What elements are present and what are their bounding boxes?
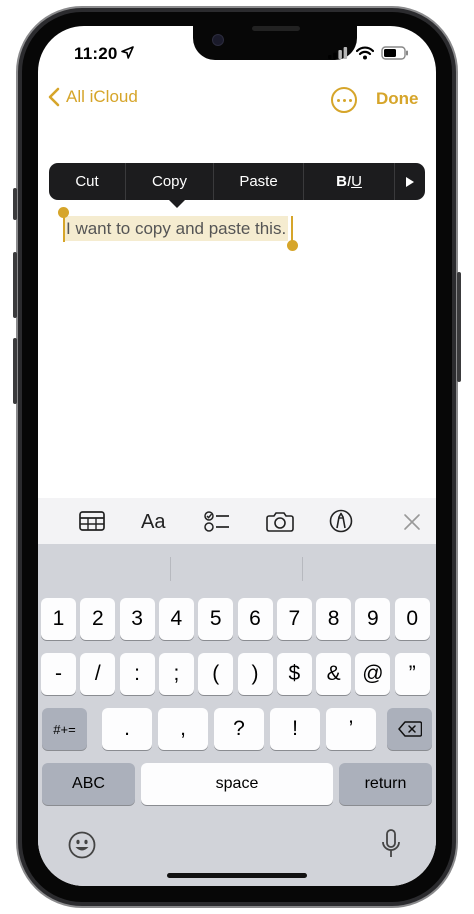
key[interactable]: 5 (198, 598, 234, 640)
home-indicator (167, 873, 307, 878)
selected-note-text[interactable]: I want to copy and paste this. (64, 216, 289, 241)
back-button-label: All iCloud (66, 87, 138, 106)
more-menu-arrow-button[interactable] (395, 163, 425, 200)
cut-button[interactable]: Cut (49, 163, 126, 200)
key[interactable]: & (316, 653, 352, 695)
selection-start-caret[interactable] (63, 214, 65, 242)
back-button[interactable]: All iCloud (48, 87, 138, 107)
table-icon[interactable] (79, 511, 105, 531)
key[interactable]: 3 (119, 598, 155, 640)
ellipsis-icon-dot (336, 98, 340, 102)
key[interactable]: ; (158, 653, 194, 695)
underline-label: U (351, 173, 362, 190)
status-time: 11:20 (74, 44, 118, 63)
backspace-icon (397, 721, 422, 737)
key[interactable]: ? (214, 708, 264, 750)
silent-switch (13, 188, 17, 220)
done-button[interactable]: Done (376, 89, 419, 109)
markup-pen-icon[interactable] (329, 509, 353, 533)
delete-key[interactable] (387, 708, 432, 750)
selection-start-handle[interactable] (58, 207, 69, 218)
triangle-right-icon (406, 176, 414, 187)
ellipsis-icon-dot (348, 98, 352, 102)
checklist-icon[interactable] (204, 511, 230, 533)
edit-context-menu: Cut Copy Paste BIU (49, 163, 425, 200)
key[interactable]: 9 (355, 598, 391, 640)
key[interactable]: , (158, 708, 208, 750)
key[interactable]: . (102, 708, 152, 750)
suggestion-divider (302, 557, 303, 581)
bold-label: B (336, 173, 347, 190)
text-format-icon[interactable]: Aa (141, 511, 165, 534)
key[interactable]: $ (276, 653, 312, 695)
symbols-toggle-key[interactable]: #+= (42, 708, 87, 750)
cellular-signal-icon (328, 47, 348, 59)
key[interactable]: ! (270, 708, 320, 750)
abc-key[interactable]: ABC (42, 763, 135, 805)
screen: 11:20 All iCloud Done Cut Copy Paste BIU… (38, 26, 436, 886)
key[interactable]: ’ (326, 708, 376, 750)
camera-icon[interactable] (266, 511, 294, 532)
key[interactable]: ” (394, 653, 430, 695)
more-options-button[interactable] (331, 87, 357, 113)
volume-up-button (13, 252, 17, 318)
key[interactable]: ) (237, 653, 273, 695)
side-button (457, 272, 461, 382)
emoji-icon[interactable] (68, 831, 96, 859)
key[interactable]: / (80, 653, 116, 695)
suggestion-divider (170, 557, 171, 581)
return-key[interactable]: return (339, 763, 432, 805)
space-key[interactable]: space (141, 763, 333, 805)
location-arrow-icon (121, 46, 134, 59)
key[interactable]: 6 (237, 598, 273, 640)
paste-button[interactable]: Paste (214, 163, 304, 200)
close-icon[interactable] (403, 513, 421, 531)
context-menu-pointer (168, 199, 186, 208)
wifi-icon (356, 46, 374, 60)
key[interactable]: 7 (276, 598, 312, 640)
microphone-icon[interactable] (381, 829, 401, 859)
key[interactable]: 2 (80, 598, 116, 640)
key[interactable]: : (119, 653, 155, 695)
speaker-grille (252, 26, 300, 31)
key[interactable]: @ (355, 653, 391, 695)
format-biu-button[interactable]: BIU (304, 163, 395, 200)
copy-button[interactable]: Copy (126, 163, 214, 200)
key[interactable]: - (41, 653, 76, 695)
key[interactable]: 8 (316, 598, 352, 640)
volume-down-button (13, 338, 17, 404)
key[interactable]: 1 (41, 598, 76, 640)
front-camera (212, 34, 224, 46)
chevron-left-icon (48, 87, 60, 107)
battery-icon (381, 46, 408, 60)
key[interactable]: ( (198, 653, 234, 695)
key[interactable]: 0 (394, 598, 430, 640)
selection-end-handle[interactable] (287, 240, 298, 251)
key[interactable]: 4 (158, 598, 194, 640)
ellipsis-icon-dot (342, 98, 346, 102)
